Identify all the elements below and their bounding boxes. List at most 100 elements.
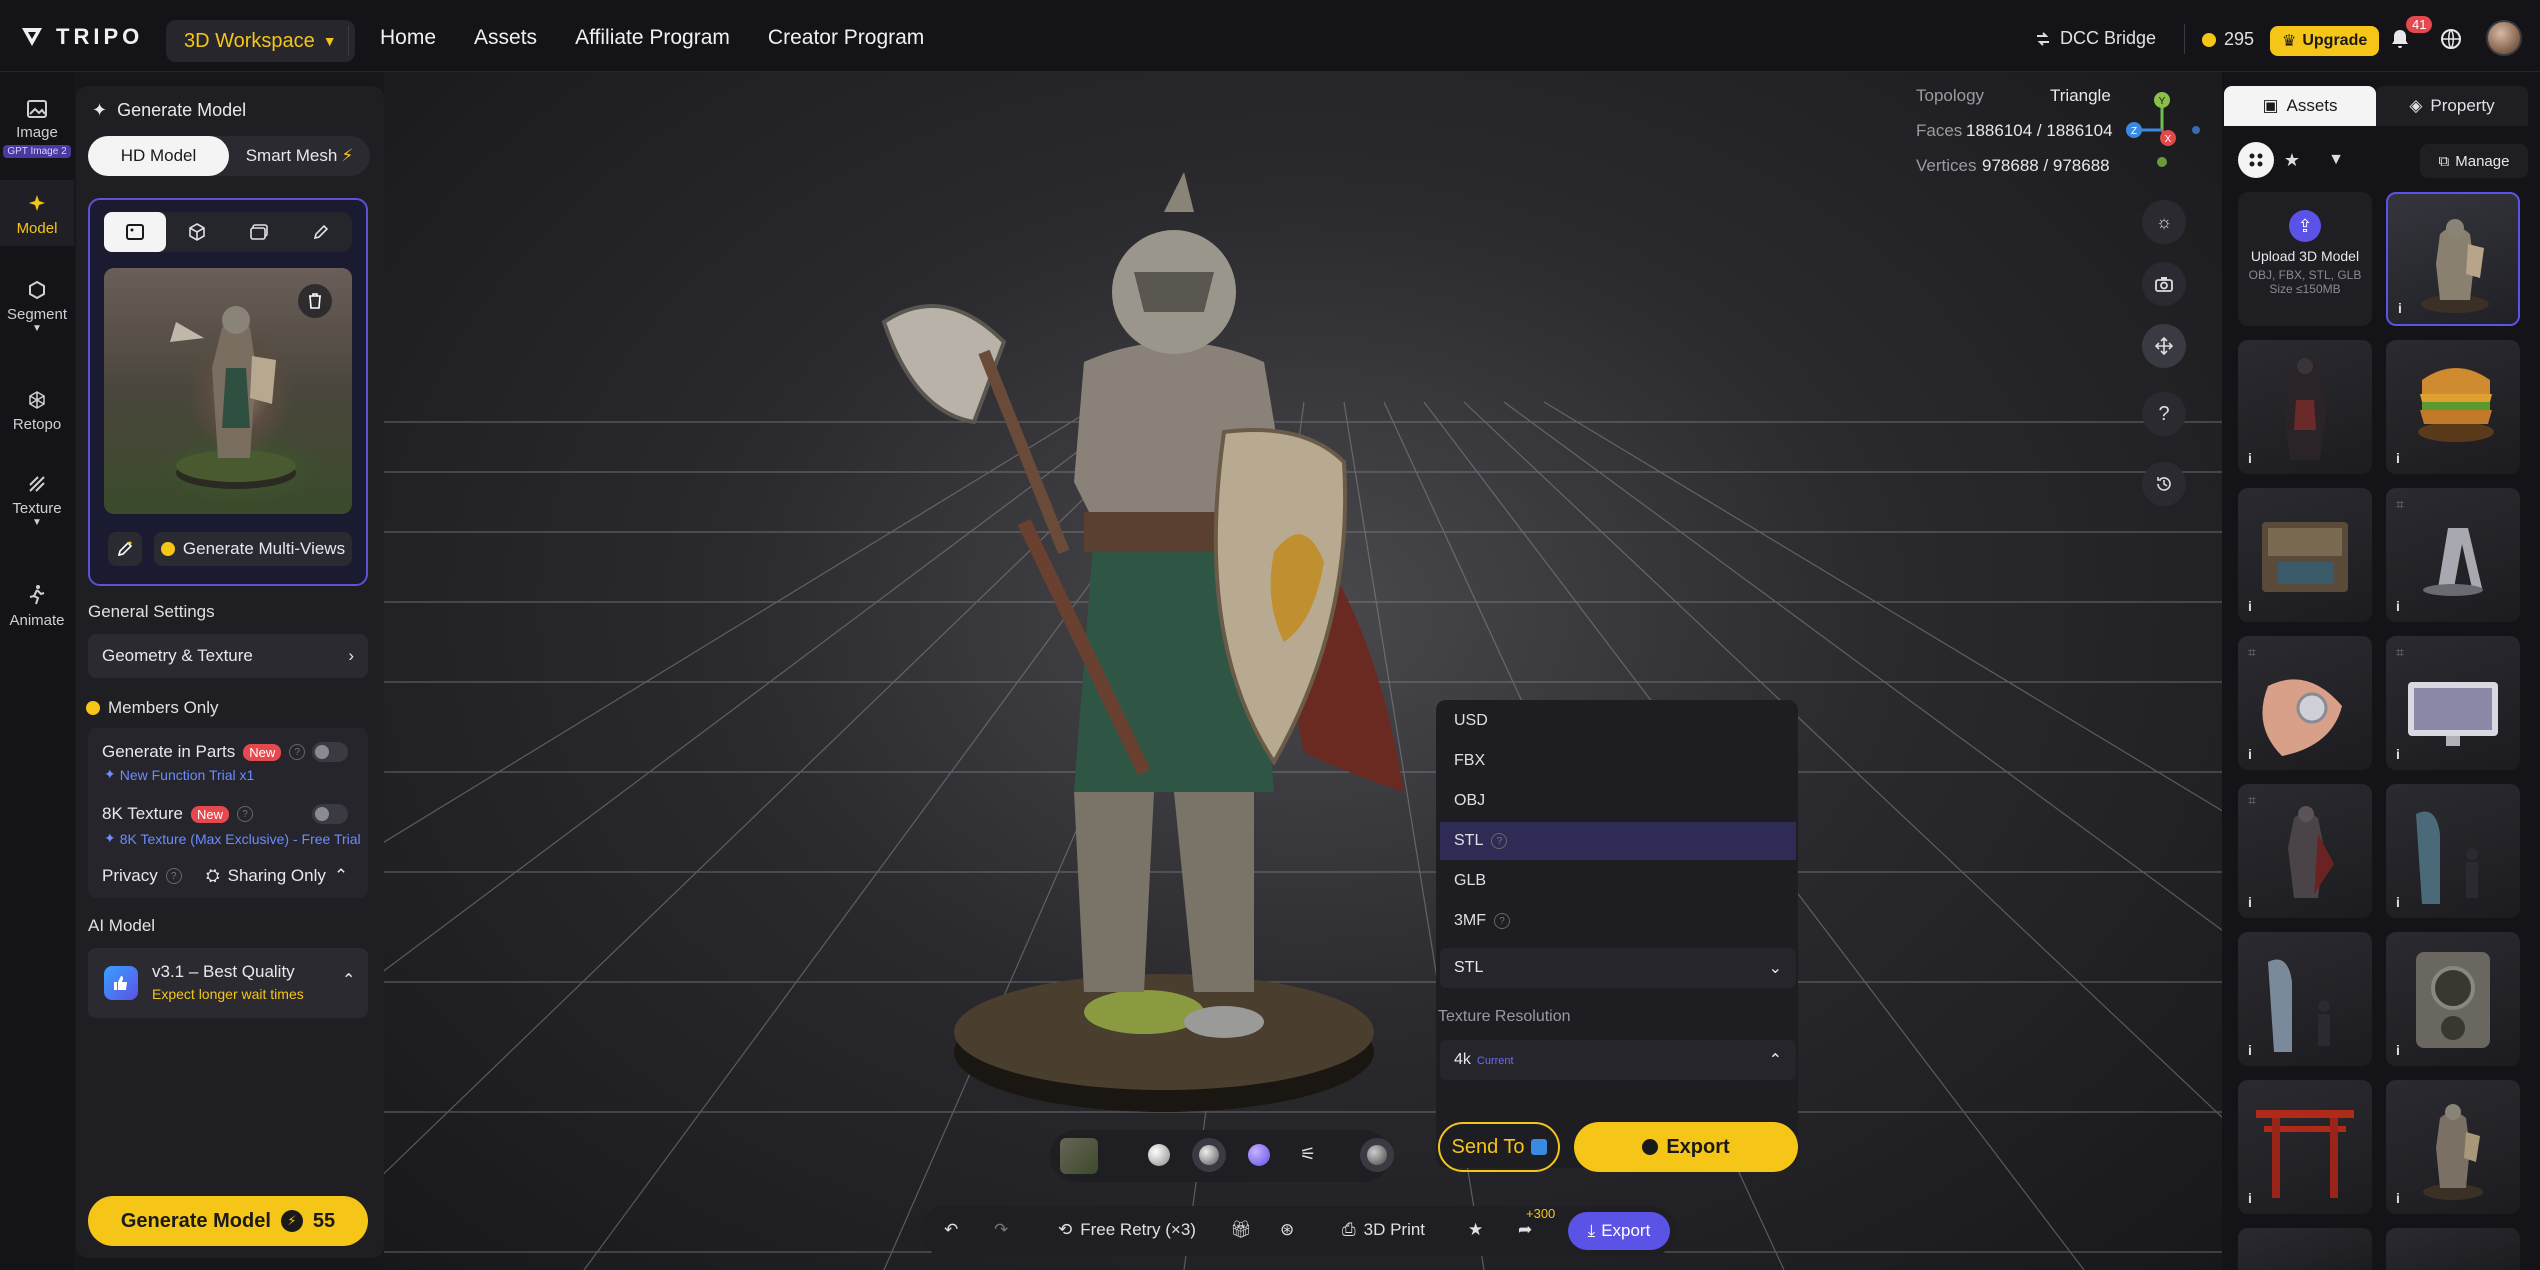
nav-affiliate[interactable]: Affiliate Program	[575, 26, 730, 50]
rail-item-image[interactable]: Image GPT Image 2	[0, 100, 74, 158]
parts-toggle[interactable]	[312, 742, 348, 762]
format-option-glb[interactable]: GLB	[1440, 862, 1796, 900]
asset-card[interactable]: ⌗ i	[2238, 784, 2372, 918]
dcc-bridge-button[interactable]: DCC Bridge	[2034, 28, 2156, 49]
asset-card[interactable]: ⌗ i	[2386, 488, 2520, 622]
gift-icon[interactable]: 🎁︎	[1230, 1220, 1252, 1240]
geometry-texture-row[interactable]: Geometry & Texture ›	[88, 634, 368, 678]
format-option-fbx[interactable]: FBX	[1440, 742, 1796, 780]
asset-card[interactable]: i	[2238, 1080, 2372, 1214]
delete-image-button[interactable]	[298, 284, 332, 318]
lighting-button[interactable]: ☼	[2142, 200, 2186, 244]
upgrade-button[interactable]: ♛ Upgrade	[2270, 26, 2380, 56]
sharing-dropdown[interactable]: ⛭ Sharing Only ⌃	[206, 866, 348, 886]
upload-3d-model-card[interactable]: ⇪ Upload 3D Model OBJ, FBX, STL, GLB Siz…	[2238, 192, 2372, 326]
info-icon[interactable]: i	[2248, 598, 2252, 614]
info-icon[interactable]: i	[2248, 1042, 2252, 1058]
text-prompt-tab[interactable]	[290, 212, 352, 252]
filter-icon[interactable]: ▼	[2318, 142, 2354, 178]
textured-material-button[interactable]	[1192, 1138, 1226, 1172]
sliders-icon[interactable]: ⚟	[1300, 1144, 1316, 1165]
format-option-3mf[interactable]: 3MF?	[1440, 902, 1796, 940]
asset-card[interactable]: i	[2386, 340, 2520, 474]
bell-icon[interactable]	[2390, 28, 2410, 50]
info-icon[interactable]: i	[2248, 746, 2252, 762]
screenshot-button[interactable]	[2142, 262, 2186, 306]
rail-item-model[interactable]: Model	[0, 180, 74, 246]
format-select[interactable]: STL ⌄	[1440, 948, 1796, 988]
asset-card[interactable]: i	[2386, 784, 2520, 918]
help-icon[interactable]: ?	[165, 868, 182, 884]
3d-viewport[interactable]	[384, 72, 2222, 1270]
texture-resolution-select[interactable]: 4k Current ⌃	[1440, 1040, 1796, 1080]
info-icon[interactable]: i	[2396, 1190, 2400, 1206]
hd-model-tab[interactable]: HD Model	[88, 136, 229, 176]
texture-preview-thumb[interactable]	[1060, 1138, 1098, 1174]
info-icon[interactable]: i	[2396, 746, 2400, 762]
globe-icon[interactable]	[2440, 28, 2462, 50]
rail-item-animate[interactable]: Animate	[0, 584, 74, 629]
export-confirm-button[interactable]: Export	[1574, 1122, 1798, 1172]
axis-gizmo[interactable]: Y Z X	[2120, 86, 2200, 176]
environment-button[interactable]	[1360, 1138, 1394, 1172]
asset-card[interactable]: i	[2238, 488, 2372, 622]
info-icon[interactable]: i	[2396, 450, 2400, 466]
info-icon[interactable]: i	[2396, 1042, 2400, 1058]
asset-card[interactable]: i	[2238, 932, 2372, 1066]
generate-model-button[interactable]: Generate Model ⚡ 55	[88, 1196, 368, 1246]
undo-icon[interactable]: ↶	[944, 1220, 958, 1240]
history-button[interactable]	[2142, 462, 2186, 506]
single-image-tab[interactable]	[104, 212, 166, 252]
favorite-star-icon[interactable]: ★	[1468, 1220, 1483, 1240]
manage-button[interactable]: ⧉ Manage	[2420, 144, 2528, 178]
nav-home[interactable]: Home	[380, 26, 436, 50]
info-icon[interactable]: i	[2398, 300, 2402, 316]
asset-card[interactable]: i	[2238, 340, 2372, 474]
normal-material-icon[interactable]	[1248, 1144, 1270, 1166]
info-icon[interactable]: i	[2396, 598, 2400, 614]
help-icon[interactable]: ?	[289, 744, 306, 760]
help-icon[interactable]: ?	[1491, 833, 1508, 849]
favorites-star-icon[interactable]: ★	[2274, 142, 2310, 178]
help-button[interactable]: ?	[2142, 392, 2186, 436]
format-option-stl[interactable]: STL?	[1440, 822, 1796, 860]
rail-item-segment[interactable]: Segment ▼	[0, 280, 74, 334]
ai-model-selector[interactable]: v3.1 – Best Quality Expect longer wait t…	[88, 948, 368, 1018]
share-arrow-icon[interactable]: ➦	[1518, 1220, 1532, 1240]
free-retry-button[interactable]: ⟲ Free Retry (×3)	[1058, 1220, 1196, 1240]
3d-print-button[interactable]: ⎙ 3D Print	[1342, 1220, 1425, 1240]
nav-creator[interactable]: Creator Program	[768, 26, 924, 50]
rail-item-texture[interactable]: Texture ▼	[0, 474, 74, 528]
tab-property[interactable]: ◈ Property	[2376, 86, 2528, 126]
cube-tab[interactable]	[166, 212, 228, 252]
rail-item-retopo[interactable]: Retopo	[0, 390, 74, 433]
format-option-usd[interactable]: USD	[1440, 702, 1796, 740]
clay-material-icon[interactable]	[1148, 1144, 1170, 1166]
avatar[interactable]	[2486, 20, 2522, 56]
edit-image-button[interactable]	[108, 532, 142, 566]
ar-view-icon[interactable]: ⊛	[1280, 1220, 1294, 1240]
info-icon[interactable]: i	[2396, 894, 2400, 910]
transform-button[interactable]	[2142, 324, 2186, 368]
asset-card[interactable]: i	[2386, 192, 2520, 326]
asset-card[interactable]	[2386, 1228, 2520, 1270]
help-icon[interactable]: ?	[236, 806, 253, 822]
asset-card[interactable]	[2238, 1228, 2372, 1270]
generate-multiviews-button[interactable]: Generate Multi-Views	[154, 532, 352, 566]
export-button[interactable]: ⤓ Export	[1568, 1212, 1670, 1250]
asset-card[interactable]: i	[2386, 1080, 2520, 1214]
tripo-logo[interactable]: TRIPO	[20, 24, 143, 50]
format-option-obj[interactable]: OBJ	[1440, 782, 1796, 820]
redo-icon[interactable]: ↷	[994, 1220, 1008, 1240]
asset-card[interactable]: ⌗ i	[2238, 636, 2372, 770]
grid-view-icon[interactable]	[2238, 142, 2274, 178]
info-icon[interactable]: i	[2248, 1190, 2252, 1206]
asset-card[interactable]: ⌗ i	[2386, 636, 2520, 770]
info-icon[interactable]: i	[2248, 450, 2252, 466]
8k-toggle[interactable]	[312, 804, 348, 824]
info-icon[interactable]: i	[2248, 894, 2252, 910]
nav-assets[interactable]: Assets	[474, 26, 537, 50]
send-to-button[interactable]: Send To	[1438, 1122, 1560, 1172]
tab-assets[interactable]: ▣ Assets	[2224, 86, 2376, 126]
help-icon[interactable]: ?	[1494, 913, 1510, 929]
